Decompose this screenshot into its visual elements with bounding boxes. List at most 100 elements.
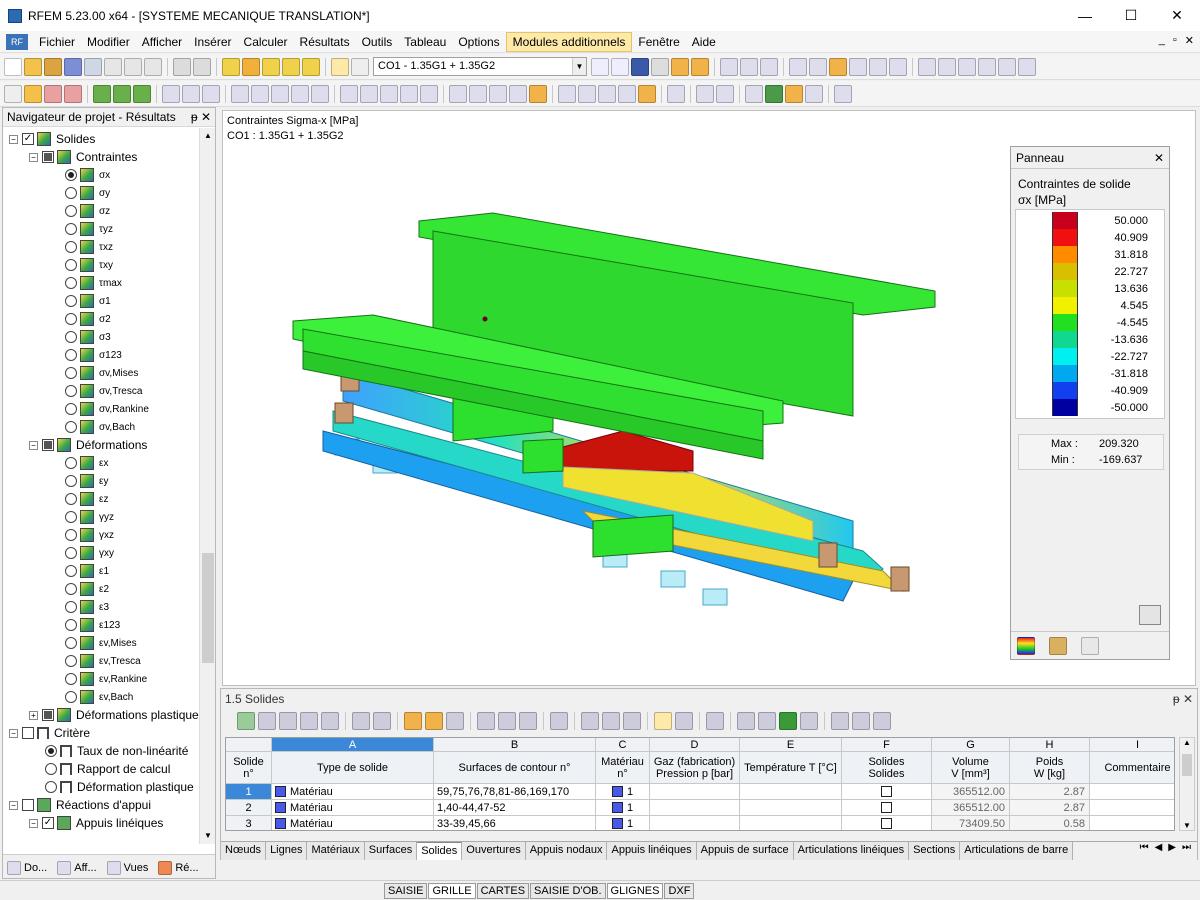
nav-tab-affichage[interactable]: Aff... [53,858,100,878]
tree-leaf-stresses-13[interactable]: σv,Rankine [65,400,149,418]
render-solid-icon[interactable] [765,84,783,103]
loadcase-select[interactable]: CO1 - 1.35G1 + 1.35G2 ▼ [373,57,587,76]
prev-tab-icon[interactable]: ◀ [1155,842,1163,860]
menu-resultats[interactable]: Résultats [294,33,356,51]
status-cartes[interactable]: CARTES [476,882,530,899]
radio-button[interactable] [65,403,77,415]
surface-support-icon[interactable] [202,84,220,103]
cell-temperature[interactable] [740,800,842,816]
surface-icon[interactable] [113,84,131,103]
radio-button[interactable] [65,187,77,199]
table-paste-icon[interactable] [602,712,620,730]
cell-material[interactable]: 1 [596,800,650,816]
table-copy-icon[interactable] [321,712,339,730]
radio-button[interactable] [65,367,77,379]
cell-solids[interactable] [842,816,932,830]
tree-node-deformations[interactable]: − Déformations [29,436,147,454]
deformation-icon[interactable] [696,84,714,103]
view-z-icon[interactable] [509,84,527,103]
cell-temperature[interactable] [740,816,842,830]
radio-button[interactable] [65,655,77,667]
result-diagram-icon[interactable] [720,57,738,76]
radio-button[interactable] [65,511,77,523]
table-cut-icon[interactable] [581,712,599,730]
tree-node-taux[interactable]: Taux de non-linéarité [45,742,188,760]
table-text-icon[interactable] [831,712,849,730]
status-saisie-ob[interactable]: SAISIE D'OB. [530,882,606,899]
table-rows-icon[interactable] [675,712,693,730]
scroll-thumb[interactable] [202,553,214,663]
row-number[interactable]: 2 [226,800,272,816]
mdi-close-button[interactable]: ✕ [1185,34,1194,47]
rotate-icon[interactable] [578,84,596,103]
function-icon[interactable] [852,712,870,730]
clip-icon[interactable] [978,57,996,76]
node-snap-icon[interactable] [829,57,847,76]
column-letter[interactable]: F [842,738,932,752]
snap-icon[interactable] [809,57,827,76]
tree-leaf-strains-12[interactable]: εv,Rankine [65,670,147,688]
table-export-icon[interactable] [498,712,516,730]
cell-comment[interactable] [1090,800,1174,816]
next-tab-icon[interactable]: ▶ [1168,842,1176,860]
result-filter-icon[interactable] [760,57,778,76]
nav-tab-vues[interactable]: Vues [103,858,153,878]
table-sort-icon[interactable] [279,712,297,730]
radio-button[interactable] [65,277,77,289]
row-number[interactable]: 1 [226,784,272,800]
menu-tableau[interactable]: Tableau [398,33,452,51]
column-letter[interactable]: B [434,738,596,752]
cell-type[interactable]: Matériau [272,784,434,800]
node-icon[interactable] [4,84,22,103]
function-off-icon[interactable] [873,712,891,730]
table-import-icon[interactable] [477,712,495,730]
open-folder-icon[interactable] [24,57,42,76]
radio-button[interactable] [65,241,77,253]
tree-leaf-stresses-14[interactable]: σv,Bach [65,418,135,436]
table-tab-4[interactable]: Solides [417,842,463,860]
radio-button[interactable] [65,475,77,487]
edit-icon[interactable] [222,57,240,76]
table-report-icon[interactable] [706,712,724,730]
scale-icon[interactable] [618,84,636,103]
tree-leaf-strains-2[interactable]: εz [65,490,108,508]
menu-modifier[interactable]: Modifier [81,33,136,51]
cell-comment[interactable] [1090,816,1174,830]
hinge-icon[interactable] [231,84,249,103]
radio-button[interactable] [65,619,77,631]
search-zoom-icon[interactable] [242,57,260,76]
tree-leaf-strains-11[interactable]: εv,Tresca [65,652,141,670]
arc-icon[interactable] [44,84,62,103]
show-results-icon[interactable] [671,57,689,76]
tree-node-rapport[interactable]: Rapport de calcul [45,760,170,778]
tree-leaf-stresses-8[interactable]: σ2 [65,310,111,328]
more-icon[interactable] [1018,57,1036,76]
radio-button[interactable] [65,421,77,433]
tree-leaf-strains-10[interactable]: εv,Mises [65,634,137,652]
tree-leaf-strains-8[interactable]: ε3 [65,598,109,616]
cell-solids[interactable] [842,800,932,816]
load-member-icon[interactable] [360,84,378,103]
tree-leaf-strains-4[interactable]: γxz [65,526,114,544]
tree-node-solides[interactable]: − ✓ Solides [9,130,95,148]
view-x-icon[interactable] [469,84,487,103]
table-pin-icon[interactable]: ᵽ [1173,692,1180,706]
table-edit-icon[interactable] [237,712,255,730]
radio-button[interactable] [65,457,77,469]
load-icon[interactable] [262,57,280,76]
results-on-icon[interactable] [631,57,649,76]
tree-leaf-strains-3[interactable]: γyz [65,508,114,526]
tree-leaf-stresses-5[interactable]: τxy [65,256,113,274]
close-icon[interactable]: ✕ [201,110,211,124]
tree-leaf-strains-7[interactable]: ε2 [65,580,109,598]
cell-surfaces[interactable]: 33-39,45,66 [434,816,596,830]
radio-button[interactable] [65,547,77,559]
table-tab-1[interactable]: Lignes [266,842,308,860]
grid-icon[interactable] [789,57,807,76]
cell-type[interactable]: Matériau [272,800,434,816]
nav-tab-donnees[interactable]: Do... [3,858,51,878]
table-tab-7[interactable]: Appuis linéiques [607,842,697,860]
cell-pressure[interactable] [650,784,740,800]
line-icon[interactable] [24,84,42,103]
table-close-icon[interactable]: ✕ [1183,692,1193,706]
